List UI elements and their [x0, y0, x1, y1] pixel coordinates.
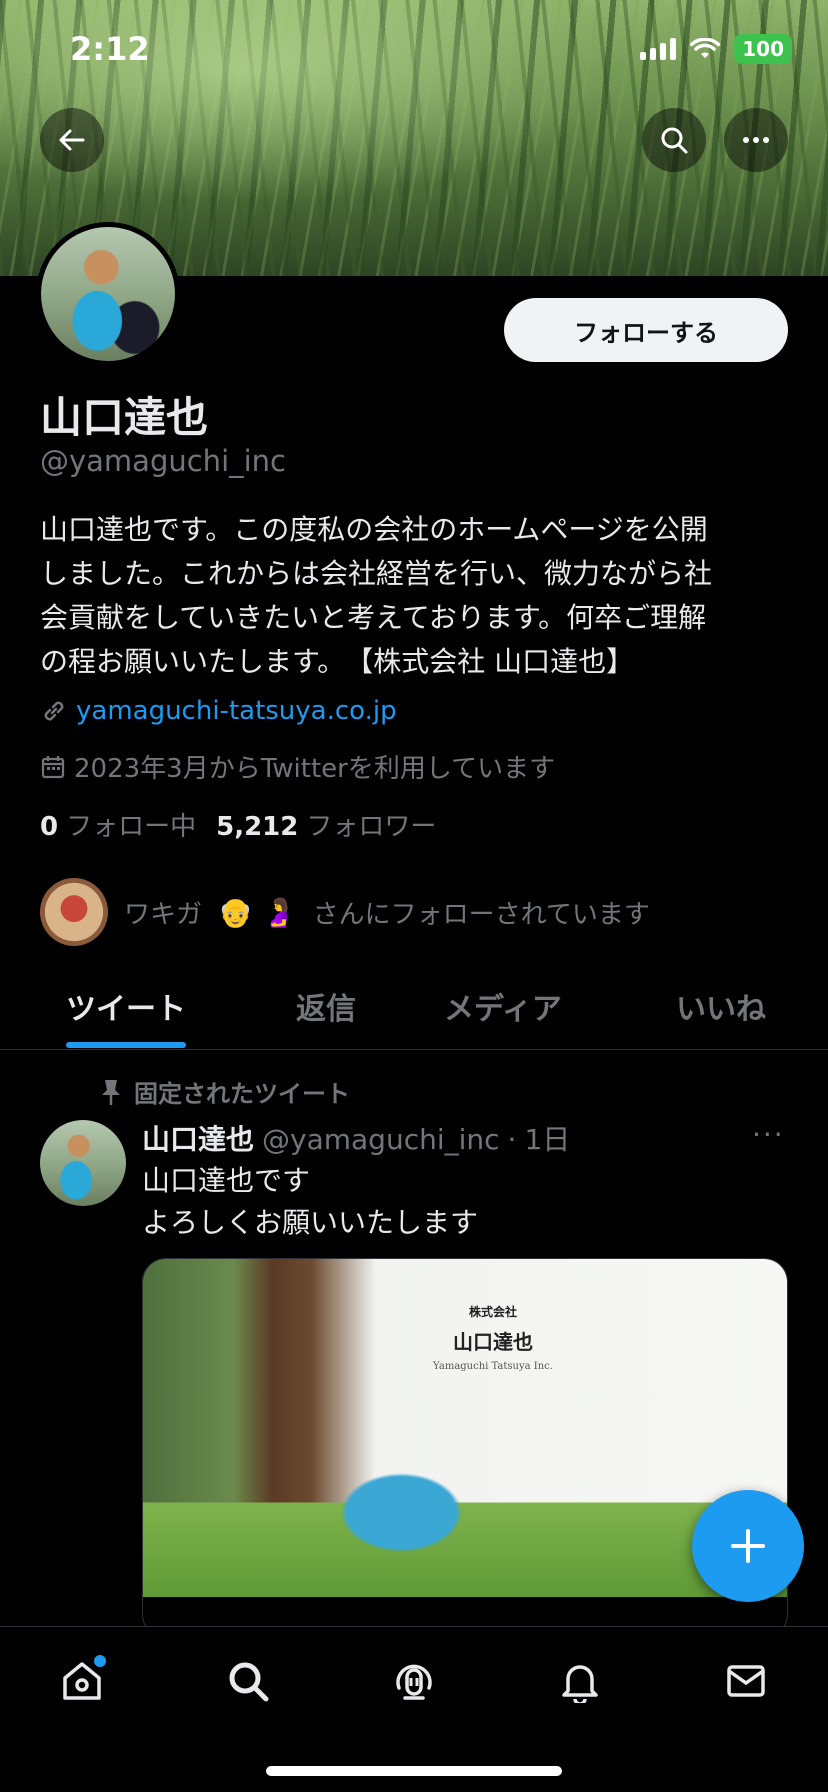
followed-by-emoji: 👴 🤰 [218, 895, 297, 929]
follow-counts: 0 フォロー中 5,212 フォロワー [40, 806, 436, 843]
nav-search[interactable] [218, 1651, 278, 1711]
tweet-text: 山口達也です よろしくお願いいたします [142, 1160, 478, 1244]
battery-icon: 100 [734, 34, 792, 64]
followed-by-name: ワキガ [124, 899, 203, 930]
following-label: フォロー中 [66, 812, 197, 842]
followed-by-row[interactable]: ワキガ 👴 🤰 さんにフォローされています [40, 878, 650, 946]
nav-home[interactable] [52, 1651, 112, 1711]
more-button[interactable] [724, 108, 788, 172]
back-button[interactable] [40, 108, 104, 172]
profile-bio: 山口達也です。この度私の会社のホームページを公開 しました。これからは会社経営を… [40, 513, 713, 678]
status-time: 2:12 [70, 30, 150, 68]
link-card[interactable]: 株式会社 山口達也 Yamaguchi Tatsuya Inc. [142, 1258, 788, 1638]
tweet-header: 山口達也 @yamaguchi_inc · 1日 [142, 1118, 570, 1158]
tweet-avatar[interactable] [40, 1120, 126, 1206]
tab-likes[interactable]: いいね [676, 984, 766, 1028]
tab-tweets[interactable]: ツイート [66, 984, 186, 1028]
tweet-time[interactable]: 1日 [524, 1118, 570, 1158]
nav-spaces[interactable] [384, 1651, 444, 1711]
tweet-line-2: よろしくお願いいたします [142, 1206, 479, 1239]
followed-by-suffix: さんにフォローされています [312, 899, 650, 930]
followers-count: 5,212 [216, 812, 299, 842]
home-indicator[interactable] [266, 1766, 562, 1776]
plus-icon [731, 1529, 765, 1563]
followers-link[interactable]: 5,212 フォロワー [216, 806, 436, 843]
tweet-author-handle[interactable]: @yamaguchi_inc [262, 1123, 500, 1156]
spaces-icon [396, 1664, 432, 1700]
tweet-separator: · [507, 1123, 517, 1156]
website-link[interactable]: yamaguchi-tatsuya.co.jp [76, 696, 397, 726]
profile-website[interactable]: yamaguchi-tatsuya.co.jp [40, 696, 397, 726]
card-brand: 株式会社 山口達也 Yamaguchi Tatsuya Inc. [383, 1303, 603, 1372]
nav-messages[interactable] [716, 1651, 776, 1711]
profile-avatar[interactable] [36, 222, 180, 366]
pin-icon [102, 1079, 120, 1105]
profile-name: 山口達也 [40, 393, 209, 442]
cellular-signal-icon [640, 38, 677, 60]
followers-label: フォロワー [306, 812, 437, 842]
status-indicators: 100 [640, 34, 792, 64]
follower-avatar [40, 878, 108, 946]
calendar-icon [41, 755, 65, 778]
profile-joined: 2023年3月からTwitterを利用しています [40, 748, 555, 785]
search-icon [229, 1662, 269, 1702]
tab-replies[interactable]: 返信 [296, 984, 356, 1028]
back-arrow-icon [59, 129, 85, 151]
pinned-text: 固定されたツイート [134, 1080, 350, 1108]
following-count: 0 [40, 812, 59, 842]
search-icon [661, 127, 688, 154]
card-brand-line3: Yamaguchi Tatsuya Inc. [433, 1361, 553, 1372]
more-icon [743, 137, 769, 143]
notifications-icon [562, 1665, 598, 1703]
tweet-more-icon[interactable]: ··· [752, 1118, 785, 1151]
link-icon [44, 701, 64, 721]
compose-button[interactable] [692, 1490, 804, 1602]
tweet-author-name[interactable]: 山口達也 [142, 1118, 254, 1158]
tweet-line-1: 山口達也です [142, 1164, 311, 1197]
pinned-label: 固定されたツイート [100, 1074, 350, 1109]
follow-button[interactable]: フォローする [504, 298, 788, 362]
nav-notifications[interactable] [550, 1651, 610, 1711]
tab-media[interactable]: メディア [444, 984, 562, 1028]
wifi-icon [690, 38, 721, 58]
home-notification-dot [94, 1655, 106, 1667]
card-brand-line1: 株式会社 [468, 1305, 517, 1319]
messages-icon [727, 1665, 765, 1697]
joined-text: 2023年3月からTwitterを利用しています [74, 754, 556, 784]
profile-tabs: ツイート 返信 メディア いいね [0, 966, 828, 1050]
profile-handle: @yamaguchi_inc [40, 444, 287, 478]
card-brand-line2: 山口達也 [453, 1330, 533, 1354]
following-link[interactable]: 0 フォロー中 [40, 806, 196, 843]
search-button[interactable] [642, 108, 706, 172]
active-tab-indicator [66, 1042, 186, 1048]
